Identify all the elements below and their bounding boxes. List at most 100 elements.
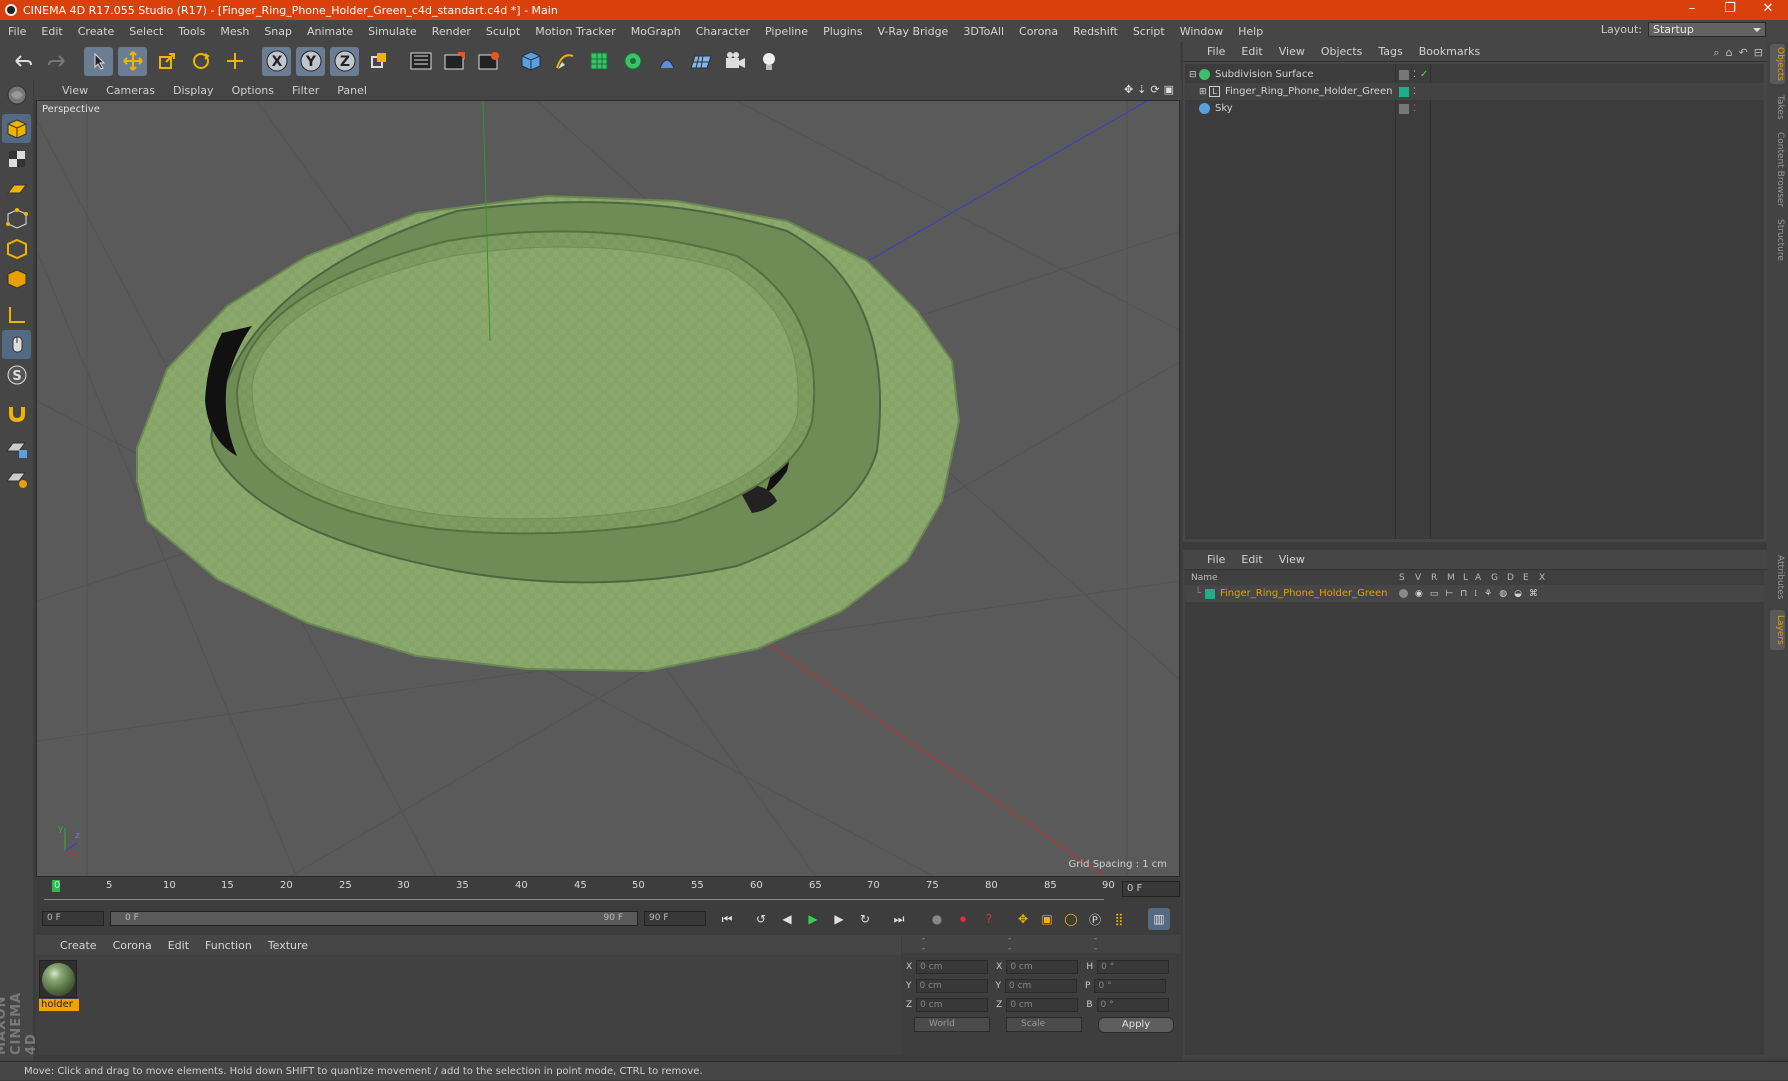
timeline-window-icon[interactable]: ▥ (1148, 908, 1170, 930)
menu-corona[interactable]: Corona (1019, 25, 1058, 38)
size-y-field[interactable]: 0 cm (1005, 978, 1077, 993)
menu-simulate[interactable]: Simulate (368, 25, 417, 38)
visibility-dots-icon[interactable]: ⁚ (1413, 87, 1416, 97)
cloner-icon[interactable] (618, 47, 647, 76)
magnet-icon[interactable] (2, 398, 31, 427)
menu-animate[interactable]: Animate (307, 25, 353, 38)
y-axis-lock-icon[interactable]: Y (296, 46, 325, 76)
home-icon[interactable]: ⌂ (1726, 46, 1733, 60)
rotation-h-field[interactable]: 0 ° (1097, 959, 1170, 974)
viewport-menu-filter[interactable]: Filter (292, 84, 319, 97)
rotate-tool-icon[interactable] (186, 47, 215, 76)
collapse-icon[interactable]: ⊟ (1189, 70, 1199, 80)
layer-row[interactable]: └ Finger_Ring_Phone_Holder_Green ◉ ▭ ⊢ ⊓… (1185, 585, 1764, 602)
polygons-mode-icon[interactable] (2, 264, 31, 293)
lm-menu-view[interactable]: View (1279, 553, 1305, 566)
menu-help[interactable]: Help (1238, 25, 1263, 38)
move-tool-icon[interactable] (118, 46, 147, 76)
position-z-field[interactable]: 0 cm (916, 997, 989, 1012)
render-settings-icon[interactable] (474, 47, 503, 76)
menu-script[interactable]: Script (1133, 25, 1165, 38)
menu-create[interactable]: Create (78, 25, 115, 38)
workplane-mode-icon[interactable] (2, 174, 31, 203)
render-toggle-icon[interactable]: ▭ (1430, 589, 1439, 599)
toggle-view-icon[interactable]: ▣ (1164, 83, 1174, 96)
tab-objects[interactable]: Objects (1770, 44, 1785, 84)
layout-dropdown[interactable]: Startup (1648, 22, 1766, 37)
timeline-ruler[interactable]: 0 5 10 15 20 25 30 35 40 45 50 55 60 65 … (36, 878, 1180, 904)
menu-character[interactable]: Character (696, 25, 750, 38)
zoom-view-icon[interactable]: ⇣ (1137, 83, 1146, 96)
menu-file[interactable]: File (8, 25, 26, 38)
next-key-icon[interactable]: ↻ (854, 908, 876, 930)
om-menu-view[interactable]: View (1279, 45, 1305, 58)
apply-button[interactable]: Apply (1098, 1017, 1174, 1033)
perspective-viewport[interactable]: y z Perspective Grid Spacing : 1 cm (36, 100, 1180, 877)
om-menu-tags[interactable]: Tags (1378, 45, 1402, 58)
menu-tools[interactable]: Tools (178, 25, 205, 38)
axis-mode-icon[interactable] (2, 300, 31, 329)
light-icon[interactable] (754, 47, 783, 76)
scale-tool-icon[interactable] (152, 47, 181, 76)
expression-toggle-icon[interactable]: ◒ (1514, 589, 1522, 599)
viewport-menu-options[interactable]: Options (232, 84, 274, 97)
key-scale-icon[interactable]: ▣ (1036, 908, 1058, 930)
deformer-icon[interactable] (652, 47, 681, 76)
solo-toggle-icon[interactable] (1399, 589, 1408, 598)
om-menu-objects[interactable]: Objects (1321, 45, 1363, 58)
floor-icon[interactable] (686, 47, 715, 76)
render-view-icon[interactable] (406, 47, 435, 76)
subdivision-surface-icon[interactable] (584, 47, 613, 76)
texture-mode-icon[interactable] (2, 144, 31, 173)
generator-toggle-icon[interactable]: ⚘ (1484, 589, 1492, 599)
material-menu-edit[interactable]: Edit (168, 939, 189, 952)
expand-icon[interactable]: ⊟ (1754, 46, 1763, 60)
current-frame-field[interactable]: 0 F (1122, 881, 1180, 897)
object-row-subdivision-surface[interactable]: ⊟ Subdivision Surface ⁚ ✓ (1185, 66, 1764, 83)
close-button[interactable]: ✕ (1748, 0, 1788, 20)
go-to-end-icon[interactable]: ⏭ (888, 908, 910, 930)
previous-frame-icon[interactable]: ◀ (776, 908, 798, 930)
viewport-menu-view[interactable]: View (62, 84, 88, 97)
model-mode-icon[interactable] (2, 114, 31, 143)
menu-select[interactable]: Select (129, 25, 163, 38)
visibility-dots-icon[interactable]: ⁚ (1413, 104, 1416, 114)
viewport-menu-panel[interactable]: Panel (337, 84, 367, 97)
material-menu-function[interactable]: Function (205, 939, 252, 952)
lm-menu-edit[interactable]: Edit (1241, 553, 1262, 566)
object-row-sky[interactable]: Sky ⁚ (1185, 100, 1764, 117)
object-row-ring-holder[interactable]: ⊞ L Finger_Ring_Phone_Holder_Green ⁚ (1185, 83, 1764, 100)
cube-primitive-icon[interactable] (516, 47, 545, 76)
go-to-start-icon[interactable]: ⏮ (716, 908, 738, 930)
layer-color-icon[interactable] (1399, 69, 1409, 80)
menu-snap[interactable]: Snap (264, 25, 292, 38)
search-icon[interactable]: ⌕ (1713, 46, 1719, 60)
lock-workplane-icon[interactable] (2, 434, 31, 463)
keyframe-help-icon[interactable]: ? (978, 908, 1000, 930)
tweak-mode-icon[interactable] (2, 330, 31, 359)
menu-vray-bridge[interactable]: V-Ray Bridge (877, 25, 948, 38)
visibility-dots-icon[interactable]: ⁚ (1413, 70, 1416, 80)
size-z-field[interactable]: 0 cm (1006, 997, 1079, 1012)
grid-snap-icon[interactable] (2, 464, 31, 493)
material-menu-create[interactable]: Create (60, 939, 97, 952)
lm-menu-file[interactable]: File (1207, 553, 1225, 566)
size-mode-dropdown[interactable]: Scale (1006, 1017, 1082, 1032)
select-arrow-icon[interactable] (84, 46, 113, 76)
menu-window[interactable]: Window (1180, 25, 1223, 38)
size-x-field[interactable]: 0 cm (1006, 959, 1079, 974)
view-toggle-icon[interactable]: ◉ (1415, 589, 1423, 599)
menu-sculpt[interactable]: Sculpt (486, 25, 520, 38)
position-x-field[interactable]: 0 cm (916, 959, 989, 974)
back-icon[interactable]: ↶ (1739, 46, 1748, 60)
material-menu-corona[interactable]: Corona (113, 939, 152, 952)
tab-attributes[interactable]: Attributes (1770, 552, 1785, 602)
expand-icon[interactable]: ⊞ (1199, 87, 1209, 97)
om-menu-edit[interactable]: Edit (1241, 45, 1262, 58)
lock-toggle-icon[interactable]: ⊓ (1460, 589, 1467, 599)
key-pla-icon[interactable]: ⣿ (1108, 908, 1130, 930)
om-menu-bookmarks[interactable]: Bookmarks (1419, 45, 1480, 58)
points-mode-icon[interactable] (2, 204, 31, 233)
finger-ring-phone-holder-model[interactable] (136, 194, 961, 673)
animation-toggle-icon[interactable]: ⁞ (1474, 589, 1477, 599)
